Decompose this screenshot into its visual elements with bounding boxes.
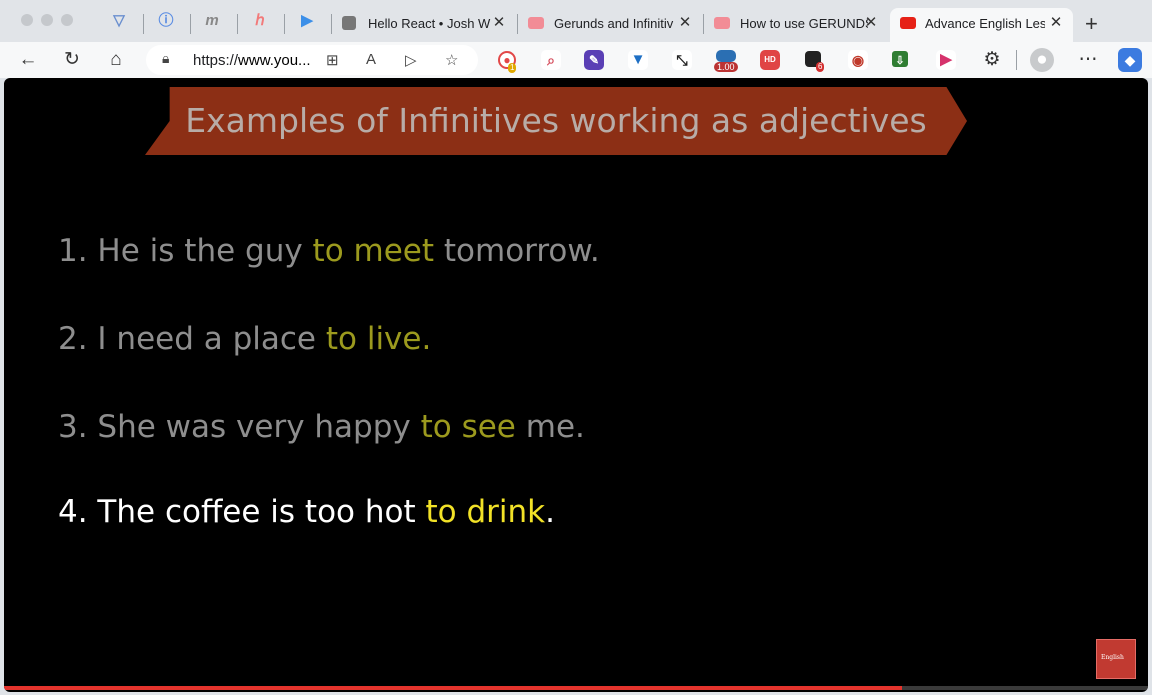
bing-icon: ▶: [301, 12, 313, 29]
close-tab-icon[interactable]: ✕: [1047, 13, 1065, 31]
speed-extension-icon[interactable]: [716, 50, 736, 62]
copilot-icon[interactable]: ◆: [1118, 48, 1142, 72]
favorite-star-icon[interactable]: ☆: [445, 51, 458, 69]
edit-extension-icon[interactable]: ✎: [584, 50, 604, 70]
close-tab-icon[interactable]: ✕: [676, 13, 694, 31]
tab-advance-english-lessons[interactable]: Advance English Less ✕: [890, 8, 1073, 42]
external-link-icon: [342, 16, 356, 30]
tab-gerunds-and-infinitives[interactable]: Gerunds and Infinitiv ✕: [518, 8, 702, 42]
example-line-1: 1. He is the guy to meet tomorrow.: [58, 233, 600, 269]
more-options-icon[interactable]: ⋯: [1076, 48, 1100, 72]
new-tab-button[interactable]: +: [1085, 11, 1098, 37]
apps-icon[interactable]: ⊞: [326, 51, 339, 69]
ublock-badge: 6: [816, 62, 825, 72]
pinned-tab-bing[interactable]: ▶: [297, 11, 317, 31]
youtube-icon: [714, 17, 730, 29]
info-icon: ⓘ: [158, 12, 174, 29]
extensions-puzzle-icon[interactable]: ⚙: [980, 48, 1004, 72]
maximize-window-button[interactable]: [61, 14, 73, 26]
progress-fill: [4, 686, 903, 690]
back-arrow-icon[interactable]: ←: [16, 48, 40, 72]
screen-extension-icon[interactable]: ◉: [848, 50, 868, 70]
video-progress-bar[interactable]: [4, 686, 1148, 690]
banner-title: Examples of Infinitives working as adjec…: [185, 101, 927, 140]
lock-icon: 🔒︎: [162, 50, 170, 66]
hd-extension-icon[interactable]: HD: [760, 50, 780, 70]
url-text: https://www.you...: [193, 52, 311, 69]
browser-toolbar: ← ↻ ⌂ 🔒︎ https://www.you... ⊞ A ▷ ☆ ● 1 …: [0, 42, 1152, 78]
address-bar[interactable]: 🔒︎ https://www.you... ⊞ A ▷ ☆: [146, 45, 478, 75]
video-player[interactable]: Examples of Infinitives working as adjec…: [4, 78, 1148, 692]
youtube-icon: [528, 17, 544, 29]
vuetify-extension-icon[interactable]: ▼: [628, 50, 648, 70]
vuetify-icon: ▽: [113, 12, 125, 29]
tab-how-to-use-gerunds[interactable]: How to use GERUNDS ✕: [704, 8, 888, 42]
pinned-tab-hotjar[interactable]: ℎ: [250, 11, 270, 31]
close-tab-icon[interactable]: ✕: [490, 13, 508, 31]
close-window-button[interactable]: [21, 14, 33, 26]
tab-label: Advance English Less: [925, 16, 1045, 31]
title-banner: Examples of Infinitives working as adjec…: [145, 87, 967, 155]
profile-avatar-icon[interactable]: ●: [1030, 48, 1054, 72]
tab-label: How to use GERUNDS: [740, 16, 868, 31]
youtube-icon: [900, 17, 916, 29]
arrows-extension-icon[interactable]: ⤡: [672, 50, 692, 70]
refresh-icon[interactable]: ↻: [60, 48, 84, 72]
example-line-4: 4. The coffee is too hot to drink.: [58, 494, 555, 530]
play-extension-icon[interactable]: ▶: [936, 50, 956, 70]
speed-badge: 1.00: [714, 62, 738, 72]
hotjar-icon: ℎ: [255, 12, 265, 29]
pinned-tab-vuetify[interactable]: ▽: [109, 11, 129, 31]
close-tab-icon[interactable]: ✕: [862, 13, 880, 31]
download-extension-icon[interactable]: ⇩: [892, 51, 908, 67]
tab-label: Hello React • Josh W: [368, 16, 491, 31]
search-extension-icon[interactable]: ⌕: [541, 50, 561, 70]
pinned-tab-medium[interactable]: m: [202, 11, 222, 31]
tab-hello-react[interactable]: Hello React • Josh W ✕: [332, 8, 516, 42]
medium-icon: m: [205, 12, 219, 29]
example-line-3: 3. She was very happy to see me.: [58, 409, 585, 445]
tab-strip: ▽ ⓘ m ℎ ▶ Hello React • Josh W ✕ Gerunds…: [0, 0, 1152, 42]
minimize-window-button[interactable]: [41, 14, 53, 26]
tab-label: Gerunds and Infinitiv: [554, 16, 674, 31]
media-icon[interactable]: ▷: [405, 51, 417, 69]
channel-logo[interactable]: English: [1096, 639, 1136, 679]
pinned-tab-info[interactable]: ⓘ: [156, 11, 176, 31]
extension-badge: 1: [508, 63, 517, 73]
home-icon[interactable]: ⌂: [104, 48, 128, 72]
read-aloud-icon[interactable]: A: [366, 51, 376, 68]
example-line-2: 2. I need a place to live.: [58, 321, 432, 357]
